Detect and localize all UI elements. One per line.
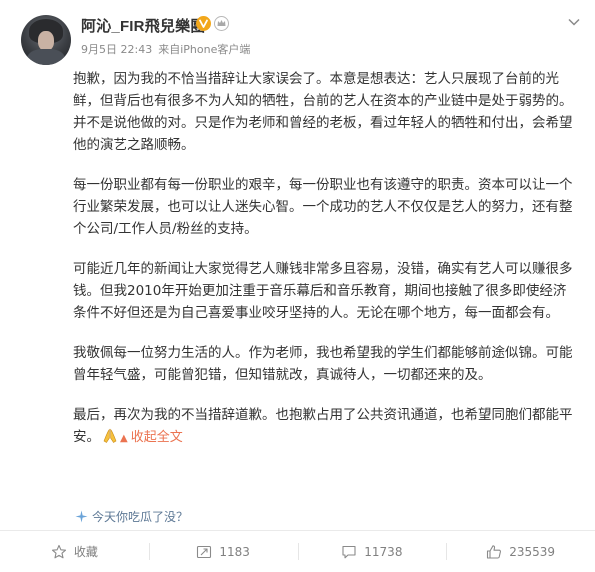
topic-label: 今天你吃瓜了没？ <box>92 510 189 524</box>
star-icon <box>51 544 66 558</box>
avatar[interactable] <box>21 15 71 65</box>
verified-v-badge-icon <box>196 16 211 31</box>
topic-tag[interactable]: 今天你吃瓜了没？ <box>75 508 188 525</box>
post-time[interactable]: 9月5日 22:43 <box>81 43 152 56</box>
comment-icon <box>342 545 356 558</box>
author-name[interactable]: 阿沁_FIR飛兒樂團 <box>81 15 206 36</box>
chevron-down-icon[interactable] <box>566 14 582 30</box>
comment-button[interactable]: 11738 <box>297 531 447 572</box>
sparkle-icon <box>75 510 88 523</box>
repost-icon <box>197 545 212 558</box>
favorite-label: 收藏 <box>73 545 98 559</box>
action-bar: 收藏 1183 11738 235539 <box>0 531 595 572</box>
post-last-paragraph: 最后，再次为我的不当措辞道歉。也抱歉占用了公共资讯通道，也希望同胞们都能平安。 ▲… <box>73 404 573 450</box>
repost-count: 1183 <box>219 544 250 559</box>
like-button[interactable]: 235539 <box>446 531 595 572</box>
chevron-up-icon: ▲ <box>120 433 128 444</box>
post-paragraph: 我敬佩每一位努力生活的人。作为老师，我也希望我的学生们都能够前途似锦。可能曾年轻… <box>73 345 573 383</box>
collapse-full-text-link[interactable]: ▲ 收起全文 <box>120 430 183 445</box>
post-paragraph: 每一份职业都有每一份职业的艰辛，每一份职业也有该遵守的职责。资本可以让一个行业繁… <box>73 177 573 237</box>
post-body: 抱歉，因为我的不恰当措辞让大家误会了。本意是想表达：艺人只展现了台前的光鲜，但背… <box>73 68 573 450</box>
like-count: 235539 <box>509 544 556 559</box>
repost-button[interactable]: 1183 <box>148 531 298 572</box>
favorite-button[interactable]: 收藏 <box>0 531 149 572</box>
praying-hands-emoji-icon <box>102 428 118 444</box>
post-meta: 9月5日 22:43 来自iPhone客户端 <box>81 41 256 57</box>
post-paragraph: 抱歉，因为我的不恰当措辞让大家误会了。本意是想表达：艺人只展现了台前的光鲜，但背… <box>73 71 573 153</box>
thumbs-up-icon <box>487 544 502 559</box>
post-header: 阿沁_FIR飛兒樂團 9月5日 22:43 来自iPhone客户端 <box>0 0 595 70</box>
comment-count: 11738 <box>364 544 403 559</box>
post-source: 来自iPhone客户端 <box>158 43 251 56</box>
collapse-label: 收起全文 <box>130 430 183 445</box>
crown-icon[interactable] <box>214 16 229 31</box>
post-paragraph: 可能近几年的新闻让大家觉得艺人赚钱非常多且容易，没错，确实有艺人可以赚很多钱。但… <box>73 261 573 321</box>
